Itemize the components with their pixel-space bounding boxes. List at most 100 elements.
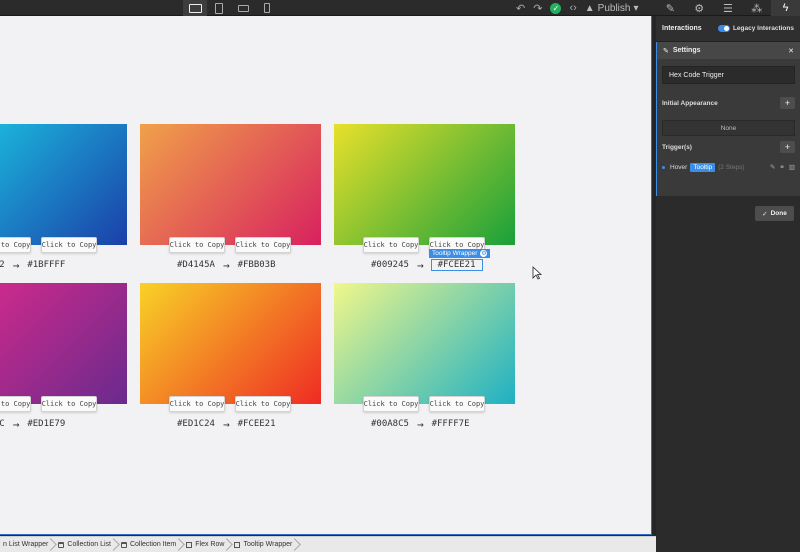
- settings-popup: ✎ Settings ✕ Hex Code Trigger Initial Ap…: [656, 42, 800, 221]
- mobile-landscape-icon: [237, 4, 249, 12]
- redo-button[interactable]: ↷: [529, 0, 546, 16]
- interaction-name-input[interactable]: Hex Code Trigger: [662, 66, 795, 84]
- paintbrush-icon: ✎: [665, 2, 675, 15]
- breadcrumb-label: Collection Item: [129, 541, 177, 548]
- tablet-icon: [215, 2, 223, 14]
- add-trigger-button[interactable]: +: [780, 141, 795, 153]
- arrow-right-icon: →: [12, 417, 20, 431]
- undo-button[interactable]: ↶: [512, 0, 529, 16]
- selection-label: Tooltip Wrapper: [432, 250, 478, 257]
- click-to-copy-button[interactable]: Click to Copy: [429, 396, 485, 412]
- initial-appearance-value[interactable]: None: [662, 120, 795, 136]
- click-to-copy-button[interactable]: Click to Copy: [235, 237, 291, 253]
- gear-icon[interactable]: ⚙: [480, 250, 488, 257]
- top-toolbar: ↶ ↷ ✓ ‹› ▲ Publish ▾ ✎ ⚙ ☰ ⁂ ϟ: [0, 0, 800, 16]
- click-to-copy-button[interactable]: Click to Copy: [0, 396, 31, 412]
- hex-row: #D4145A → #FBB03B: [177, 258, 276, 272]
- trash-icon[interactable]: ▥: [789, 163, 795, 171]
- gradient-card: [334, 124, 515, 245]
- click-to-copy-button[interactable]: Click to Copy: [41, 396, 97, 412]
- selection-tag[interactable]: Tooltip Wrapper ⚙: [429, 249, 491, 258]
- tab-interactions[interactable]: ϟ: [771, 0, 800, 16]
- done-label: Done: [770, 210, 787, 217]
- desktop-view-button[interactable]: [183, 0, 207, 16]
- redo-icon: ↷: [533, 2, 543, 15]
- click-to-copy-button[interactable]: Click to Copy: [41, 237, 97, 253]
- design-canvas[interactable]: Click to Copy Click to Copy 3192 → #1BFFFF Cl…: [0, 16, 652, 535]
- hex-from[interactable]: #D4145A: [177, 260, 215, 270]
- hex-row: #009245 → #FCEE21: [371, 258, 483, 272]
- panel-header: Interactions Legacy Interactions: [656, 16, 800, 42]
- trigger-target[interactable]: Tooltip: [690, 162, 716, 172]
- hex-to[interactable]: #FBB03B: [238, 260, 276, 270]
- interactions-panel: Interactions Legacy Interactions ✎ Setti…: [656, 16, 800, 552]
- collection-icon: [58, 541, 65, 548]
- hex-to[interactable]: #1BFFFF: [27, 260, 65, 270]
- close-icon[interactable]: ✕: [788, 47, 794, 55]
- gradient-card: [334, 283, 515, 404]
- wrench-icon: ✎: [663, 47, 669, 55]
- link-icon[interactable]: ⚭: [779, 163, 784, 171]
- tab-style-manager[interactable]: ⁂: [742, 0, 771, 16]
- mobile-landscape-view-button[interactable]: [231, 0, 255, 16]
- breadcrumb-item[interactable]: Collection Item: [118, 537, 183, 552]
- device-switcher: [183, 0, 279, 16]
- tablet-view-button[interactable]: [207, 0, 231, 16]
- triggers-label: Trigger(s): [662, 144, 692, 151]
- arrow-right-icon: →: [416, 258, 424, 272]
- hex-row: #00A8C5 → #FFFF7E: [371, 417, 470, 431]
- toggle-switch[interactable]: [717, 25, 730, 32]
- breadcrumb-item[interactable]: Flex Row: [183, 537, 231, 552]
- click-to-copy-button[interactable]: Click to Copy: [169, 237, 225, 253]
- tab-navigator[interactable]: ☰: [714, 0, 743, 16]
- click-to-copy-button[interactable]: Click to Copy: [169, 396, 225, 412]
- tab-settings[interactable]: ⚙: [685, 0, 714, 16]
- toolbar-actions: ↶ ↷ ✓ ‹› ▲ Publish ▾: [512, 0, 643, 16]
- settings-title: Settings: [672, 47, 701, 54]
- legacy-label: Legacy Interactions: [732, 25, 794, 32]
- edit-icon[interactable]: ✎: [770, 163, 775, 171]
- gradient-card: [140, 283, 321, 404]
- breadcrumb-item[interactable]: Collection List: [55, 537, 118, 552]
- gradient-card: [0, 124, 127, 245]
- drops-icon: ⁂: [751, 2, 763, 15]
- chevron-down-icon: ▾: [633, 2, 639, 14]
- add-initial-appearance-button[interactable]: +: [780, 97, 795, 109]
- click-to-copy-button[interactable]: Click to Copy: [363, 237, 419, 253]
- breadcrumb-label: Collection List: [67, 541, 111, 548]
- publish-button[interactable]: ▲ Publish ▾: [581, 0, 643, 16]
- box-icon: [234, 541, 241, 548]
- hex-from[interactable]: #ED1C24: [177, 419, 215, 429]
- click-to-copy-button[interactable]: Click to Copy: [0, 237, 31, 253]
- desktop-icon: [188, 3, 202, 13]
- hex-from[interactable]: 3192: [0, 260, 5, 270]
- arrow-right-icon: →: [416, 417, 424, 431]
- tooltip-wrapper-selected[interactable]: #FCEE21: [430, 259, 483, 271]
- tab-style[interactable]: ✎: [656, 0, 685, 16]
- hex-row: 2D8C → #ED1E79: [0, 417, 65, 431]
- breadcrumb-item[interactable]: Tooltip Wrapper: [231, 537, 299, 552]
- click-to-copy-button[interactable]: Click to Copy: [363, 396, 419, 412]
- hex-to[interactable]: #FFFF7E: [432, 419, 470, 429]
- legacy-interactions-toggle[interactable]: Legacy Interactions: [717, 25, 794, 32]
- hex-from[interactable]: #009245: [371, 260, 409, 270]
- trigger-steps: (2 Steps): [718, 163, 745, 171]
- mobile-portrait-view-button[interactable]: [255, 0, 279, 16]
- hex-from[interactable]: #00A8C5: [371, 419, 409, 429]
- rocket-icon: ▲: [584, 2, 595, 14]
- hex-to[interactable]: #ED1E79: [27, 419, 65, 429]
- collection-icon: [120, 541, 127, 548]
- arrow-right-icon: →: [222, 258, 230, 272]
- breadcrumb-item[interactable]: n List Wrapper: [0, 537, 55, 552]
- hex-from[interactable]: 2D8C: [0, 419, 5, 429]
- breadcrumb-label: Flex Row: [195, 541, 225, 548]
- check-icon: ✓: [550, 2, 562, 14]
- bullet-icon: [662, 165, 665, 169]
- trigger-row[interactable]: Hover Tooltip (2 Steps) ✎ ⚭ ▥: [662, 160, 795, 174]
- click-to-copy-button[interactable]: Click to Copy: [235, 396, 291, 412]
- hex-row: 3192 → #1BFFFF: [0, 259, 65, 272]
- done-button[interactable]: ✓ Done: [755, 206, 794, 221]
- status-check-button[interactable]: ✓: [546, 0, 565, 16]
- hex-to[interactable]: #FCEE21: [238, 419, 276, 429]
- code-export-button[interactable]: ‹›: [565, 0, 580, 16]
